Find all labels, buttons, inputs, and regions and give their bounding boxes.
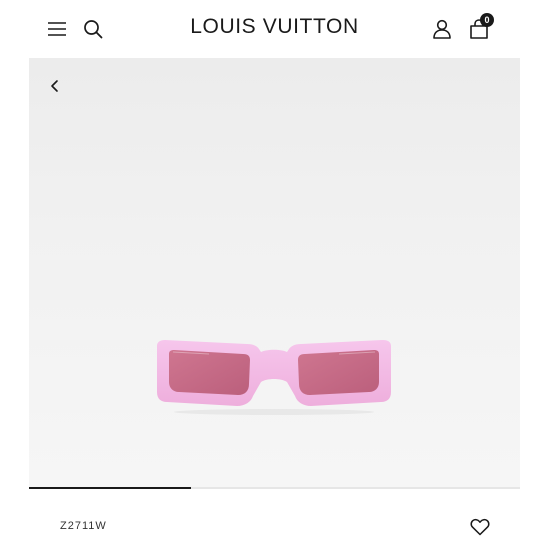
account-button[interactable] — [428, 15, 456, 43]
page: LOUIS VUITTON 0 Z2711W — [0, 0, 550, 550]
product-gallery[interactable] — [29, 58, 520, 488]
heart-icon — [470, 518, 490, 536]
user-icon — [433, 19, 451, 39]
gallery-progress-track — [29, 487, 520, 489]
gallery-progress-fill — [29, 487, 192, 489]
search-button[interactable] — [79, 15, 107, 43]
cart-button[interactable]: 0 — [465, 13, 494, 43]
sunglasses-product-image — [157, 340, 391, 415]
hamburger-menu-icon — [48, 22, 66, 36]
back-button[interactable] — [45, 76, 65, 96]
product-sku: Z2711W — [60, 520, 107, 532]
wishlist-button[interactable] — [469, 516, 491, 538]
menu-button[interactable] — [43, 15, 71, 43]
app-frame: LOUIS VUITTON 0 Z2711W — [29, 0, 520, 550]
chevron-left-icon — [51, 80, 58, 92]
cart-count-badge: 0 — [480, 13, 494, 27]
search-icon — [84, 20, 103, 39]
top-header: LOUIS VUITTON 0 — [29, 0, 520, 58]
